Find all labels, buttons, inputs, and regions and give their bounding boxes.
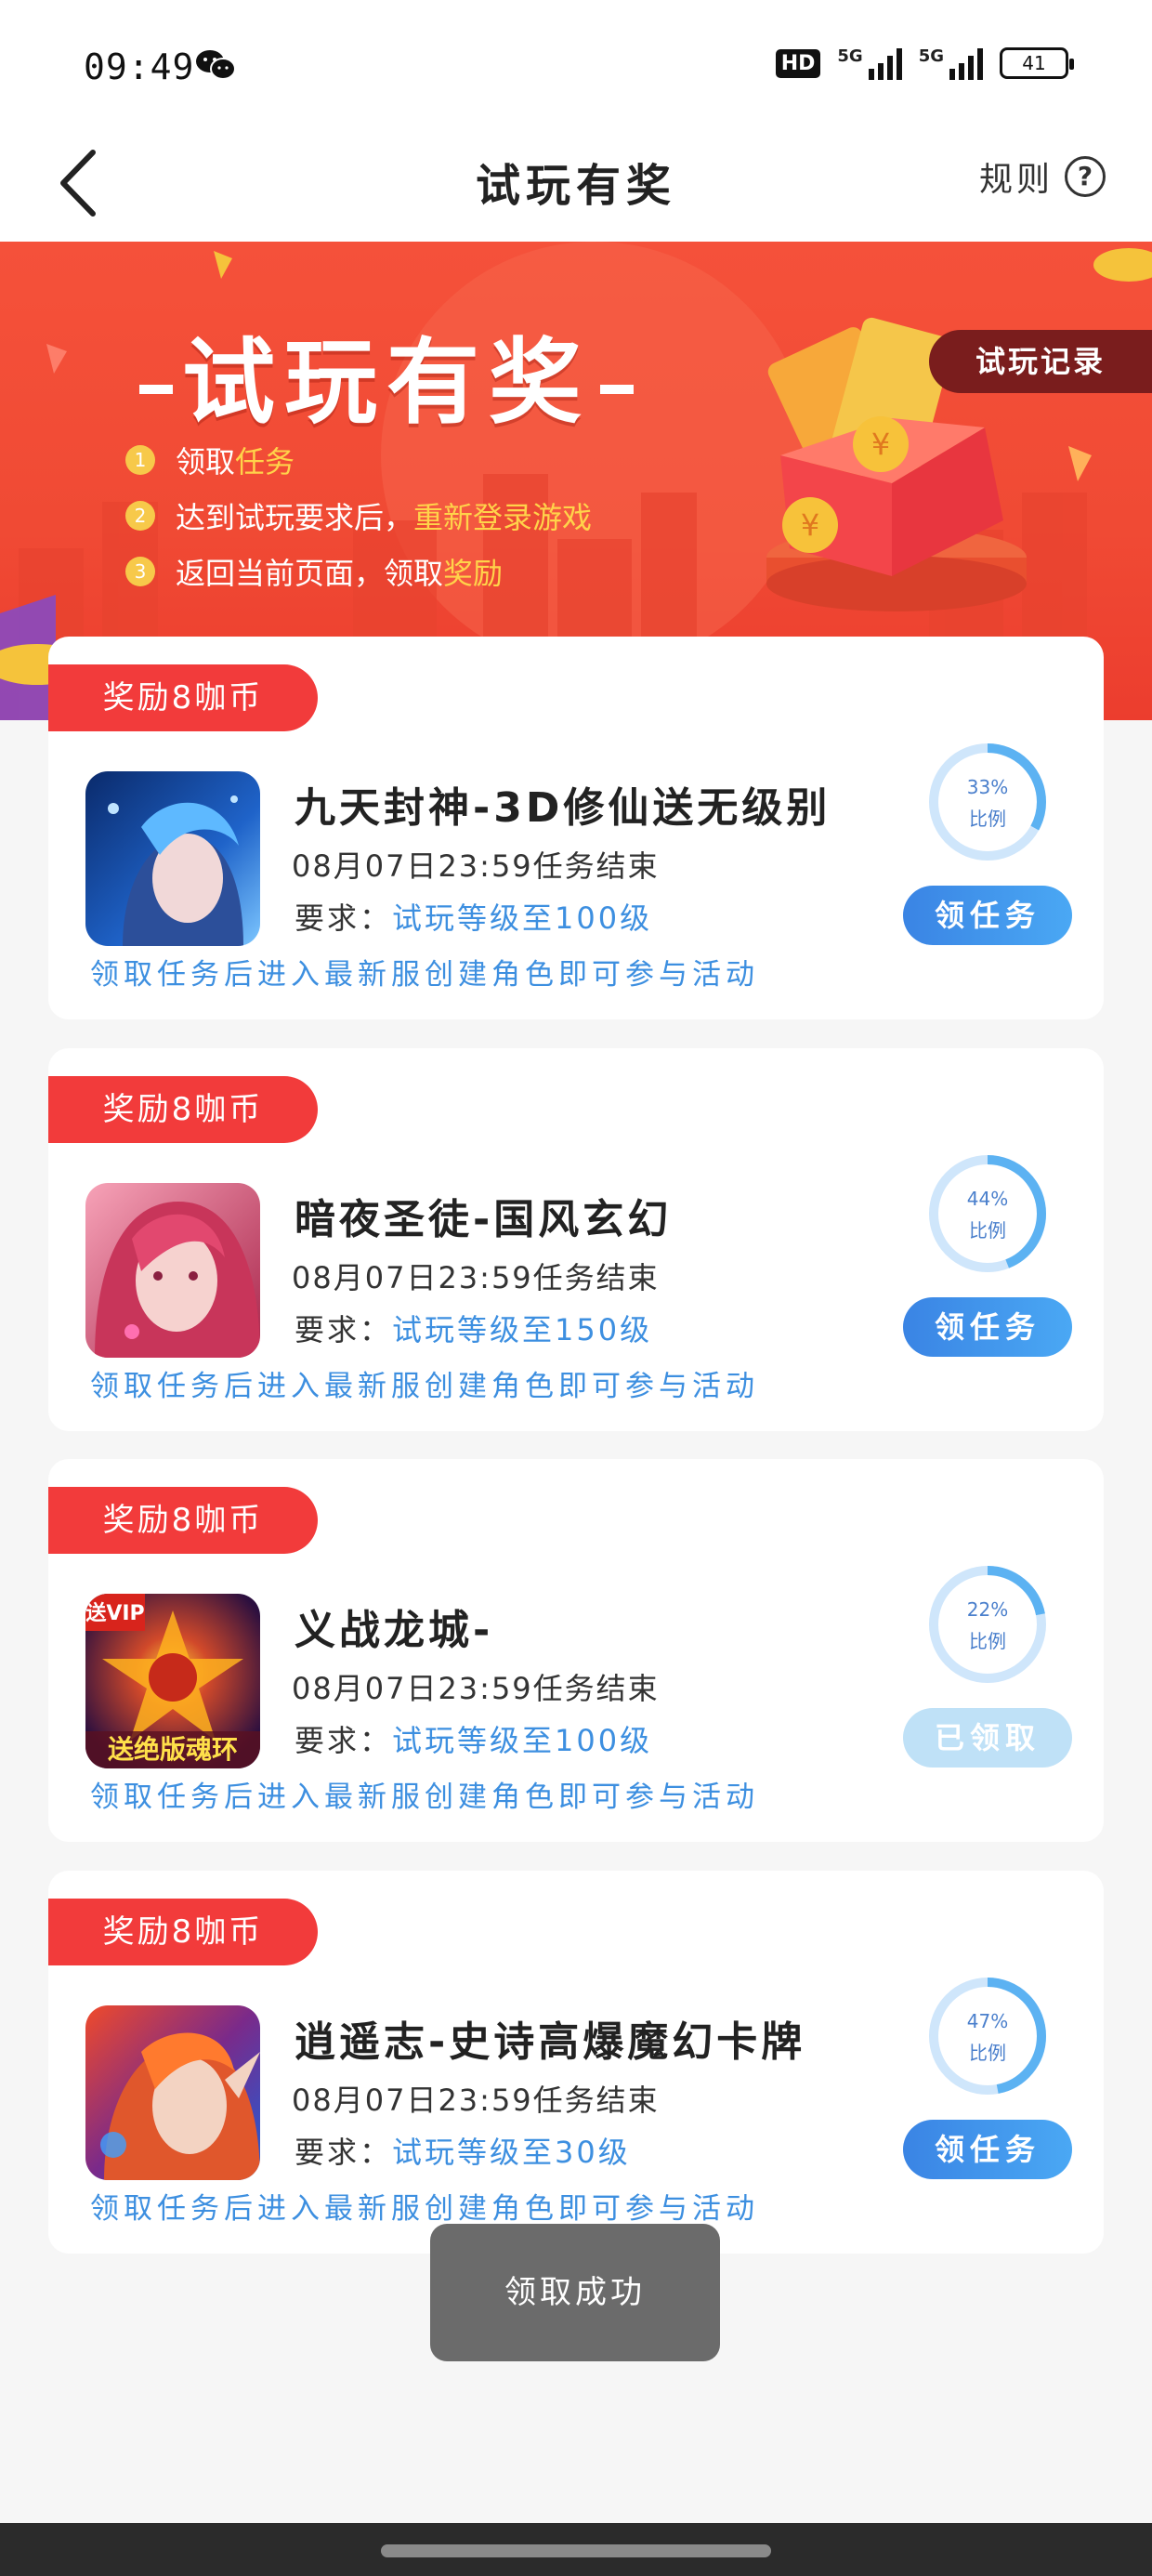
progress-ring: 44% 比例 bbox=[926, 1152, 1049, 1275]
step-text: 返回当前页面，领取 bbox=[176, 556, 444, 591]
svg-text:¥: ¥ bbox=[801, 507, 819, 543]
claim-task-button[interactable]: 领任务 bbox=[903, 1297, 1072, 1357]
reward-tag: 奖励8咖币 bbox=[48, 1899, 318, 1965]
task-requirement: 要求：试玩等级至30级 bbox=[295, 2129, 631, 2172]
task-card: 奖励8咖币 逍遥志-史诗高爆魔幻卡牌 08月07日23:59任务结束 要求：试玩… bbox=[48, 1871, 1104, 2254]
task-card: 奖励8咖币 九天封神-3D修仙送无级别 08月07日23:59任务结束 要求：试… bbox=[48, 637, 1104, 1019]
progress-percent: 44% bbox=[966, 1188, 1009, 1210]
game-name: 暗夜圣徒-国风玄幻 bbox=[295, 1196, 673, 1243]
game-name: 义战龙城- bbox=[295, 1607, 494, 1654]
task-note: 领取任务后进入最新服创建角色即可参与活动 bbox=[90, 2192, 759, 2226]
game-name: 逍遥志-史诗高爆魔幻卡牌 bbox=[295, 2018, 806, 2066]
requirement-label: 要求： bbox=[295, 900, 393, 936]
banner-title: 试玩有奖 bbox=[130, 307, 643, 441]
step-highlight: 奖励 bbox=[443, 556, 504, 591]
icon-caption: 送绝版魂环 bbox=[108, 1734, 238, 1765]
progress-percent: 47% bbox=[966, 2010, 1009, 2032]
banner-title-text: 试玩有奖 bbox=[182, 328, 591, 437]
task-deadline: 08月07日23:59任务结束 bbox=[292, 848, 660, 884]
rules-button[interactable]: 规则 ? bbox=[979, 152, 1106, 201]
hd-badge: HD bbox=[775, 48, 821, 78]
claim-task-button[interactable]: 领任务 bbox=[903, 886, 1072, 945]
step-text: 领取 bbox=[176, 444, 236, 480]
step-highlight: 任务 bbox=[235, 444, 295, 480]
task-requirement: 要求：试玩等级至100级 bbox=[295, 1717, 652, 1760]
home-indicator[interactable] bbox=[381, 2544, 771, 2557]
step-text: 达到试玩要求后， bbox=[176, 500, 414, 535]
step-highlight: 重新登录游戏 bbox=[413, 500, 593, 535]
progress-percent: 22% bbox=[966, 1598, 1009, 1621]
svg-text:¥: ¥ bbox=[871, 427, 890, 462]
reward-tag: 奖励8咖币 bbox=[48, 1487, 318, 1554]
task-note: 领取任务后进入最新服创建角色即可参与活动 bbox=[90, 958, 759, 992]
requirement-label: 要求： bbox=[295, 2135, 393, 2170]
nav-bar: 试玩有奖 规则 ? bbox=[0, 121, 1152, 242]
task-requirement: 要求：试玩等级至100级 bbox=[295, 895, 652, 938]
progress-label: 比例 bbox=[969, 2042, 1006, 2064]
step-number: 2 bbox=[125, 501, 155, 531]
step-item: 2 达到试玩要求后， 重新登录游戏 bbox=[125, 488, 592, 544]
progress-ring: 47% 比例 bbox=[926, 1975, 1049, 2097]
toast-message: 领取成功 bbox=[430, 2224, 720, 2361]
reward-tag: 奖励8咖币 bbox=[48, 1076, 318, 1143]
trial-record-button[interactable]: 试玩记录 bbox=[929, 330, 1152, 393]
game-icon[interactable]: 送VIP 送绝版魂环 bbox=[85, 1594, 260, 1768]
icon-badge: 送VIP bbox=[85, 1601, 144, 1625]
progress-label: 比例 bbox=[969, 808, 1006, 830]
claimed-button[interactable]: 已领取 bbox=[903, 1708, 1072, 1768]
step-number: 1 bbox=[125, 445, 155, 475]
wechat-icon bbox=[196, 50, 236, 80]
requirement-value: 试玩等级至150级 bbox=[392, 1312, 653, 1347]
step-item: 3 返回当前页面，领取 奖励 bbox=[125, 544, 592, 599]
task-card: 奖励8咖币 暗夜圣徒-国风玄幻 08月07日23:59任务结束 要求：试玩等级至… bbox=[48, 1048, 1104, 1431]
signal-strength-icon: 5G bbox=[919, 46, 983, 80]
requirement-label: 要求： bbox=[295, 1312, 393, 1347]
step-item: 1 领取 任务 bbox=[125, 432, 592, 488]
task-requirement: 要求：试玩等级至150级 bbox=[295, 1307, 652, 1349]
progress-ring: 33% 比例 bbox=[926, 741, 1049, 863]
battery-icon: 41 bbox=[1000, 47, 1074, 79]
game-icon[interactable] bbox=[85, 771, 260, 946]
steps-list: 1 领取 任务 2 达到试玩要求后， 重新登录游戏 3 返回当前页面，领取 奖励 bbox=[125, 432, 592, 599]
signal-strength-icon: 5G bbox=[837, 46, 902, 80]
system-nav-bar bbox=[0, 2523, 1152, 2576]
requirement-value: 试玩等级至100级 bbox=[392, 1723, 653, 1758]
task-card: 奖励8咖币 送VIP 送绝版魂环 义战龙城- 08月07日23:59任务结束 要… bbox=[48, 1459, 1104, 1842]
status-indicators: HD 5G 5G 41 bbox=[775, 46, 1074, 80]
requirement-value: 试玩等级至100级 bbox=[392, 900, 653, 936]
progress-percent: 33% bbox=[966, 776, 1009, 798]
task-deadline: 08月07日23:59任务结束 bbox=[292, 2083, 660, 2118]
help-circle-icon: ? bbox=[1065, 156, 1106, 197]
game-icon[interactable] bbox=[85, 2005, 260, 2180]
task-deadline: 08月07日23:59任务结束 bbox=[292, 1671, 660, 1706]
requirement-value: 试玩等级至30级 bbox=[392, 2135, 631, 2170]
signal-label: 5G bbox=[918, 46, 944, 66]
requirement-label: 要求： bbox=[295, 1723, 393, 1758]
step-number: 3 bbox=[125, 557, 155, 586]
reward-tag: 奖励8咖币 bbox=[48, 664, 318, 731]
claim-task-button[interactable]: 领任务 bbox=[903, 2120, 1072, 2179]
signal-label: 5G bbox=[837, 46, 863, 66]
status-time: 09:49 bbox=[84, 46, 195, 87]
progress-ring: 22% 比例 bbox=[926, 1563, 1049, 1686]
game-icon[interactable] bbox=[85, 1183, 260, 1358]
task-note: 领取任务后进入最新服创建角色即可参与活动 bbox=[90, 1370, 759, 1403]
progress-label: 比例 bbox=[969, 1219, 1006, 1242]
status-bar: 09:49 HD 5G 5G 41 bbox=[0, 0, 1152, 121]
task-deadline: 08月07日23:59任务结束 bbox=[292, 1260, 660, 1295]
game-name: 九天封神-3D修仙送无级别 bbox=[295, 784, 831, 832]
progress-label: 比例 bbox=[969, 1630, 1006, 1652]
rules-label: 规则 bbox=[978, 161, 1054, 199]
task-note: 领取任务后进入最新服创建角色即可参与活动 bbox=[90, 1781, 759, 1814]
